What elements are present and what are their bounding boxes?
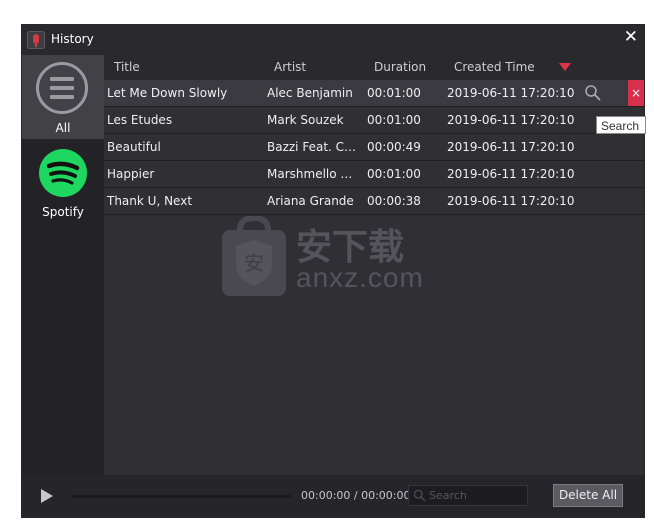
cell-duration: 00:00:49 bbox=[367, 140, 421, 154]
cell-title: Let Me Down Slowly bbox=[107, 86, 228, 100]
cell-artist: Marshmello & B... bbox=[267, 167, 360, 181]
table-header: Title Artist Duration Created Time bbox=[104, 55, 644, 80]
playback-time: 00:00:00 / 00:00:00 bbox=[301, 489, 411, 502]
sidebar-item-spotify[interactable]: Spotify bbox=[22, 139, 104, 223]
cell-title: Happier bbox=[107, 167, 155, 181]
cell-artist: Bazzi Feat. Ca... bbox=[267, 140, 360, 154]
window-title: History bbox=[51, 32, 94, 46]
delete-all-button[interactable]: Delete All bbox=[553, 484, 623, 507]
cell-duration: 00:01:00 bbox=[367, 86, 421, 100]
close-button[interactable]: ✕ bbox=[624, 27, 638, 47]
cell-created-time: 2019-06-11 17:20:10 bbox=[447, 140, 575, 154]
watermark: 安 安下载 anxz.com bbox=[196, 210, 446, 310]
player-bar: 00:00:00 / 00:00:00 Search Delete All bbox=[22, 475, 644, 517]
sidebar-item-label: Spotify bbox=[42, 205, 84, 219]
watermark-shield-text: 安 bbox=[244, 251, 264, 275]
column-created-time[interactable]: Created Time bbox=[454, 60, 535, 74]
column-duration[interactable]: Duration bbox=[374, 60, 426, 74]
cell-duration: 00:01:00 bbox=[367, 167, 421, 181]
cell-duration: 00:00:38 bbox=[367, 194, 421, 208]
table-row[interactable]: Happier Marshmello & B... 00:01:00 2019-… bbox=[104, 161, 644, 188]
delete-row-button[interactable]: × bbox=[628, 80, 644, 106]
title-bar: History ✕ bbox=[22, 25, 644, 55]
progress-bar[interactable] bbox=[72, 495, 291, 498]
list-icon bbox=[36, 62, 88, 114]
cell-created-time: 2019-06-11 17:20:10 bbox=[447, 167, 575, 181]
search-placeholder: Search bbox=[429, 489, 467, 502]
sidebar-item-label: All bbox=[55, 121, 71, 135]
search-tooltip: Search bbox=[596, 116, 646, 134]
column-title[interactable]: Title bbox=[114, 60, 140, 74]
search-icon[interactable] bbox=[584, 84, 602, 102]
watermark-text: anxz.com bbox=[296, 262, 424, 293]
cell-created-time: 2019-06-11 17:20:10 bbox=[447, 194, 575, 208]
cell-duration: 00:01:00 bbox=[367, 113, 421, 127]
table-row[interactable]: Let Me Down Slowly Alec Benjamin 00:01:0… bbox=[104, 80, 644, 107]
cell-title: Les Etudes bbox=[107, 113, 173, 127]
search-icon bbox=[413, 489, 426, 502]
cell-title: Beautiful bbox=[107, 140, 161, 154]
sidebar-item-all[interactable]: All bbox=[22, 55, 104, 139]
cell-title: Thank U, Next bbox=[107, 194, 193, 208]
cell-artist: Mark Souzek bbox=[267, 113, 344, 127]
table-row[interactable]: Les Etudes Mark Souzek 00:01:00 2019-06-… bbox=[104, 107, 644, 134]
microphone-icon bbox=[27, 31, 45, 49]
source-sidebar: All Spotify bbox=[22, 55, 104, 475]
table-row[interactable]: Beautiful Bazzi Feat. Ca... 00:00:49 201… bbox=[104, 134, 644, 161]
cell-artist: Ariana Grande bbox=[267, 194, 354, 208]
spotify-icon bbox=[39, 149, 87, 197]
sort-descending-icon[interactable] bbox=[559, 63, 571, 71]
cell-artist: Alec Benjamin bbox=[267, 86, 353, 100]
shield-icon: 安 bbox=[222, 216, 286, 296]
column-artist[interactable]: Artist bbox=[274, 60, 306, 74]
search-input[interactable]: Search bbox=[408, 485, 528, 506]
play-icon[interactable] bbox=[41, 489, 53, 503]
cell-created-time: 2019-06-11 17:20:10 bbox=[447, 86, 575, 100]
cell-created-time: 2019-06-11 17:20:10 bbox=[447, 113, 575, 127]
